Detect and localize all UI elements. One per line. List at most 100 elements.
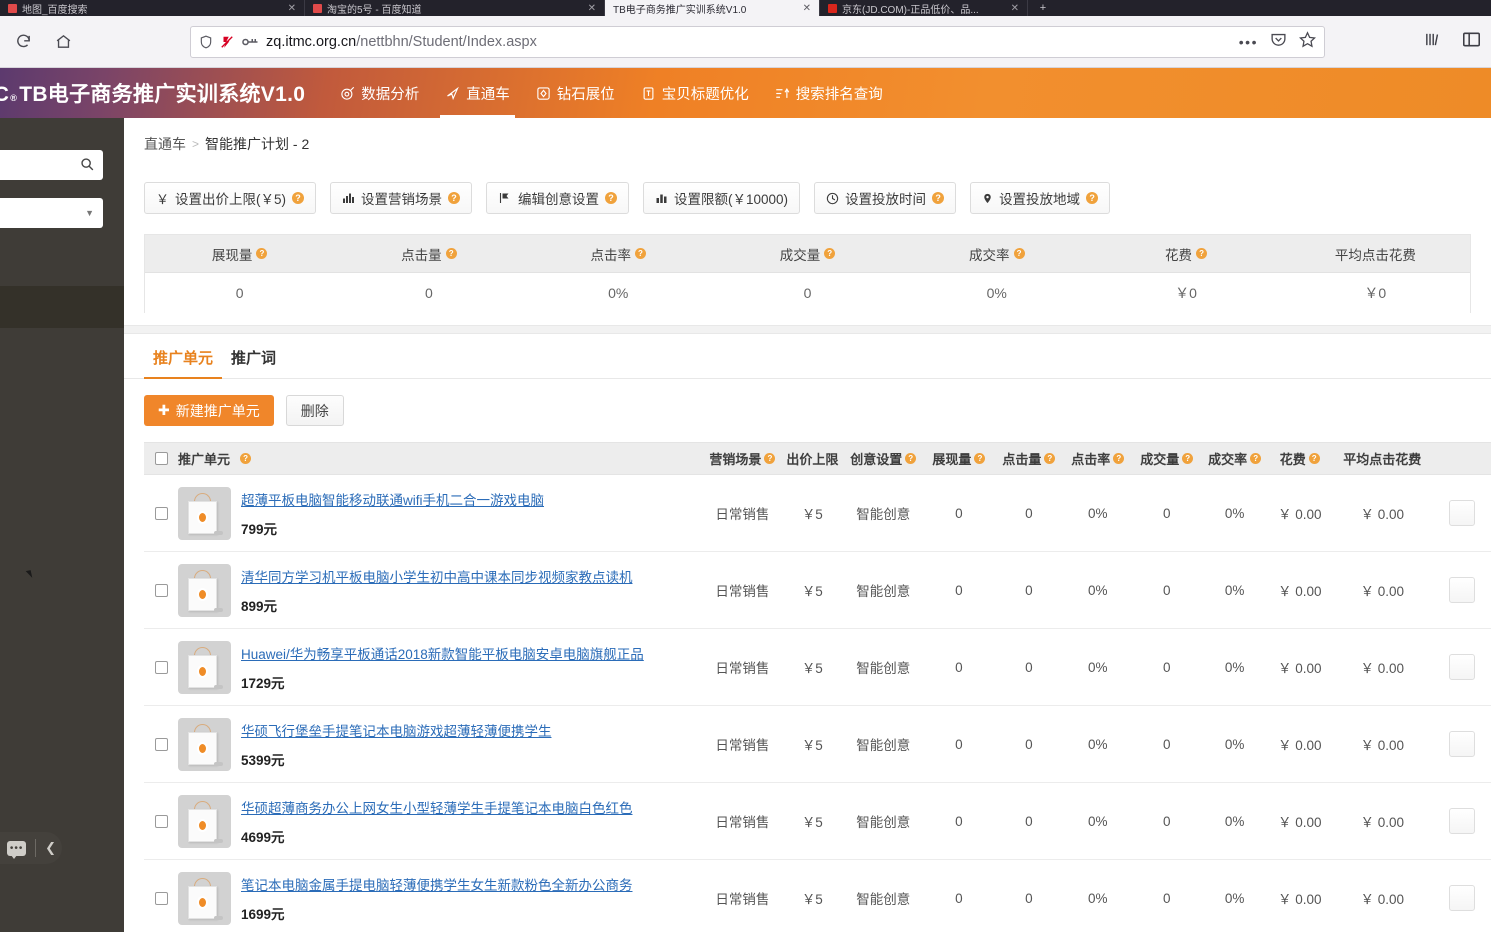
- help-icon[interactable]: ?: [1250, 453, 1262, 464]
- chevron-left-icon[interactable]: ❮: [45, 840, 56, 856]
- help-icon[interactable]: ?: [1044, 453, 1056, 464]
- nav-item-zhitongche[interactable]: 直通车: [432, 68, 523, 118]
- reload-icon[interactable]: [6, 25, 40, 59]
- browser-tab[interactable]: 地图_百度搜索 ✕: [0, 0, 305, 16]
- product-title-link[interactable]: Huawei/华为畅享平板通话2018新款智能平板电脑安卓电脑旗舰正品: [241, 643, 644, 663]
- library-icon[interactable]: [1423, 31, 1442, 53]
- cell-avg-cpc: ￥ 0.00: [1360, 661, 1405, 676]
- cell-impressions: 0: [955, 659, 963, 675]
- help-icon[interactable]: ?: [824, 248, 836, 259]
- edit-creative-settings-button[interactable]: 编辑创意设置 ?: [486, 182, 630, 214]
- new-tab-button[interactable]: +: [1028, 0, 1058, 16]
- shield-icon[interactable]: [199, 34, 213, 50]
- row-checkbox[interactable]: [155, 891, 168, 905]
- browser-tab-active[interactable]: TB电子商务推广实训系统V1.0 ✕: [605, 0, 820, 16]
- header-label: 成交量: [1140, 452, 1180, 467]
- breadcrumb-root[interactable]: 直通车: [144, 134, 186, 154]
- chat-icon[interactable]: •••: [7, 840, 27, 859]
- pocket-icon[interactable]: [1270, 31, 1287, 52]
- product-price: 899元: [241, 598, 278, 614]
- set-delivery-time-button[interactable]: 设置投放时间 ?: [814, 182, 957, 214]
- row-checkbox[interactable]: [155, 814, 168, 828]
- help-icon[interactable]: ?: [1182, 453, 1194, 464]
- home-icon[interactable]: [46, 25, 80, 59]
- nav-item-title-optimization[interactable]: 宝贝标题优化: [628, 68, 762, 118]
- page-actions-overflow-icon[interactable]: •••: [1239, 34, 1258, 50]
- row-checkbox[interactable]: [155, 660, 168, 674]
- help-icon[interactable]: ?: [445, 248, 457, 259]
- set-marketing-scene-button[interactable]: 设置营销场景 ?: [330, 182, 473, 214]
- help-icon[interactable]: ?: [764, 453, 776, 464]
- nav-item-search-rank[interactable]: 搜索排名查询: [762, 68, 896, 118]
- delete-button[interactable]: 删除: [285, 395, 344, 426]
- row-action-button[interactable]: [1448, 654, 1475, 680]
- cell-impressions: 0: [955, 813, 963, 829]
- browser-tab[interactable]: 京东(JD.COM)-正品低价、品... ✕: [820, 0, 1028, 16]
- row-checkbox[interactable]: [155, 737, 168, 751]
- cell-clicks: 0: [1025, 736, 1033, 752]
- select-all-checkbox[interactable]: [155, 452, 168, 465]
- sidebar-search-input[interactable]: 称: [0, 150, 103, 180]
- product-title-link[interactable]: 华硕超薄商务办公上网女生小型轻薄学生手提笔记本电脑白色红色: [241, 797, 633, 817]
- sidebar-plan-select[interactable]: ▼: [0, 198, 103, 228]
- set-bid-cap-button[interactable]: ￥ 设置出价上限(￥5) ?: [144, 182, 317, 214]
- row-action-button[interactable]: [1448, 885, 1475, 911]
- product-meta: Huawei/华为畅享平板通话2018新款智能平板电脑安卓电脑旗舰正品 1729元: [241, 643, 644, 692]
- tab-close-icon[interactable]: ✕: [1005, 3, 1019, 14]
- search-icon[interactable]: [80, 157, 94, 174]
- help-icon[interactable]: ?: [240, 453, 252, 464]
- bars-icon: [342, 192, 355, 204]
- tracking-protection-icon[interactable]: [220, 34, 234, 50]
- help-icon[interactable]: ?: [448, 192, 461, 204]
- summary-stats-table: 展现量 ? 点击量 ? 点击率 ? 成交量 ? 成交率 ? 花费 ? 平均点击花…: [144, 234, 1471, 313]
- nav-item-data-analysis[interactable]: 数据分析: [327, 68, 432, 118]
- sidebar-plan-row[interactable]: [0, 286, 124, 328]
- help-icon[interactable]: ?: [1113, 453, 1125, 464]
- cell-idea: 智能创意: [856, 815, 911, 830]
- help-icon[interactable]: ?: [634, 248, 646, 259]
- product-title-link[interactable]: 笔记本电脑金属手提电脑轻薄便携学生女生新款粉色全新办公商务: [241, 874, 633, 894]
- nav-item-diamond-booth[interactable]: 钻石展位: [523, 68, 628, 118]
- tab-close-icon[interactable]: ✕: [582, 3, 596, 14]
- url-bar[interactable]: zq.itmc.org.cn/nettbhn/Student/Index.asp…: [190, 25, 1325, 58]
- summary-header-clicks: 点击量 ?: [334, 244, 523, 264]
- row-action-button[interactable]: [1448, 808, 1475, 834]
- set-delivery-region-button[interactable]: 设置投放地域 ?: [970, 182, 1111, 214]
- set-budget-limit-button[interactable]: 设置限额(￥10000): [643, 182, 801, 214]
- app-main-nav: 数据分析 直通车 钻石展位 宝贝标题优化 搜索排名查询: [327, 68, 896, 118]
- tab-promotion-keyword[interactable]: 推广词: [222, 347, 285, 378]
- row-checkbox[interactable]: [155, 583, 168, 597]
- table-header-ctr: 点击率 ?: [1064, 449, 1132, 468]
- browser-tab[interactable]: 淘宝的5号 - 百度知道 ✕: [305, 0, 605, 16]
- help-icon[interactable]: ?: [292, 192, 305, 204]
- help-icon[interactable]: ?: [905, 453, 917, 464]
- tab-favicon-icon: [828, 3, 837, 13]
- help-icon[interactable]: ?: [1086, 192, 1099, 204]
- product-title-link[interactable]: 华硕飞行堡垒手提笔记本电脑游戏超薄轻薄便携学生: [241, 720, 552, 740]
- star-icon[interactable]: [1298, 31, 1317, 52]
- row-action-button[interactable]: [1448, 577, 1475, 603]
- help-icon[interactable]: ?: [932, 192, 945, 204]
- help-icon[interactable]: ?: [1308, 453, 1320, 464]
- product-title-link[interactable]: 超薄平板电脑智能移动联通wifi手机二合一游戏电脑: [241, 489, 544, 509]
- help-icon[interactable]: ?: [605, 192, 618, 204]
- new-promotion-unit-button[interactable]: ✚ 新建推广单元: [144, 395, 274, 426]
- help-icon[interactable]: ?: [1013, 248, 1025, 259]
- tab-promotion-unit[interactable]: 推广单元: [144, 347, 223, 379]
- help-icon[interactable]: ?: [974, 453, 986, 464]
- row-checkbox[interactable]: [155, 506, 168, 520]
- connection-icon[interactable]: [241, 36, 259, 48]
- tab-close-icon[interactable]: ✕: [797, 3, 811, 14]
- help-icon[interactable]: ?: [1196, 248, 1208, 259]
- tab-close-icon[interactable]: ✕: [282, 3, 296, 14]
- product-title-link[interactable]: 清华同方学习机平板电脑小学生初中高中课本同步视频家教点读机: [241, 566, 633, 586]
- sidebar-icon[interactable]: [1462, 31, 1481, 53]
- promotion-unit-table: 推广单元 ? 营销场景 ? 出价上限 创意设置 ? 展现量 ? 点击量 ? 点击…: [144, 442, 1491, 932]
- help-icon[interactable]: ?: [256, 248, 268, 259]
- row-action-button[interactable]: [1448, 500, 1475, 526]
- button-label: 设置营销场景: [361, 192, 443, 207]
- product-meta: 华硕超薄商务办公上网女生小型轻薄学生手提笔记本电脑白色红色 4699元: [241, 797, 633, 846]
- sidebar-plan-label: 计划: [0, 251, 118, 271]
- row-action-button[interactable]: [1448, 731, 1475, 757]
- url-text[interactable]: zq.itmc.org.cn/nettbhn/Student/Index.asp…: [266, 34, 1232, 50]
